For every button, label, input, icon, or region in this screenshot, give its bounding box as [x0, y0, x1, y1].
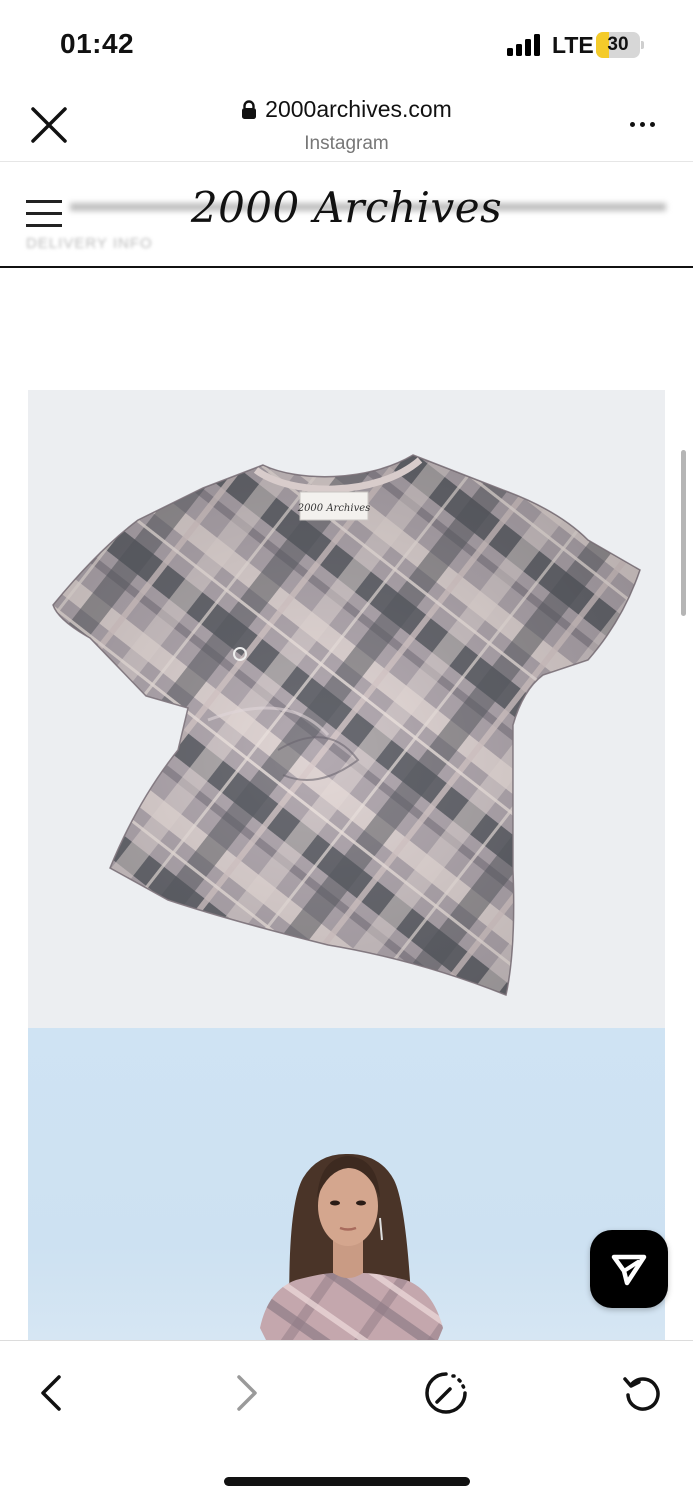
- status-bar: 01:42 LTE 30: [0, 0, 693, 88]
- more-icon: [629, 121, 635, 127]
- product-image-model[interactable]: [28, 1028, 665, 1340]
- share-button[interactable]: [590, 1230, 668, 1308]
- send-icon: [611, 1254, 647, 1286]
- network-type: LTE: [552, 32, 594, 58]
- product-image-flatlay[interactable]: 2000 Archives: [28, 390, 665, 1028]
- back-button[interactable]: [22, 1365, 78, 1421]
- url-text: 2000archives.com: [265, 96, 452, 122]
- home-indicator[interactable]: [224, 1477, 470, 1486]
- delivery-info-link[interactable]: DELIVERY INFO: [26, 235, 153, 252]
- battery-icon: 30: [596, 32, 644, 58]
- browser-toolbar: [0, 1340, 693, 1500]
- status-time: 01:42: [60, 28, 135, 59]
- forward-icon: [237, 1375, 257, 1411]
- more-options-button[interactable]: [622, 112, 662, 136]
- speed-icon: [425, 1372, 467, 1414]
- site-logo[interactable]: 2000 Archives: [0, 183, 693, 232]
- reload-button[interactable]: [615, 1365, 671, 1421]
- forward-button[interactable]: [220, 1365, 276, 1421]
- referrer-source: Instagram: [304, 132, 389, 154]
- cellular-signal-icon: [507, 34, 543, 56]
- plaid-tshirt-image: 2000 Archives: [52, 454, 641, 997]
- page-scrollbar[interactable]: [681, 450, 686, 616]
- site-header: 2000 Archives DELIVERY INFO: [0, 163, 693, 268]
- speed-button[interactable]: [418, 1365, 474, 1421]
- url-area: 2000archives.com Instagram: [0, 96, 693, 155]
- lock-icon: [242, 99, 257, 119]
- back-icon: [41, 1375, 61, 1411]
- model-photo: [260, 1153, 443, 1340]
- battery-level: 30: [607, 34, 629, 55]
- in-app-browser-header: 2000archives.com Instagram: [0, 88, 693, 162]
- reload-icon: [623, 1377, 660, 1411]
- garment-label-text: 2000 Archives: [297, 503, 371, 514]
